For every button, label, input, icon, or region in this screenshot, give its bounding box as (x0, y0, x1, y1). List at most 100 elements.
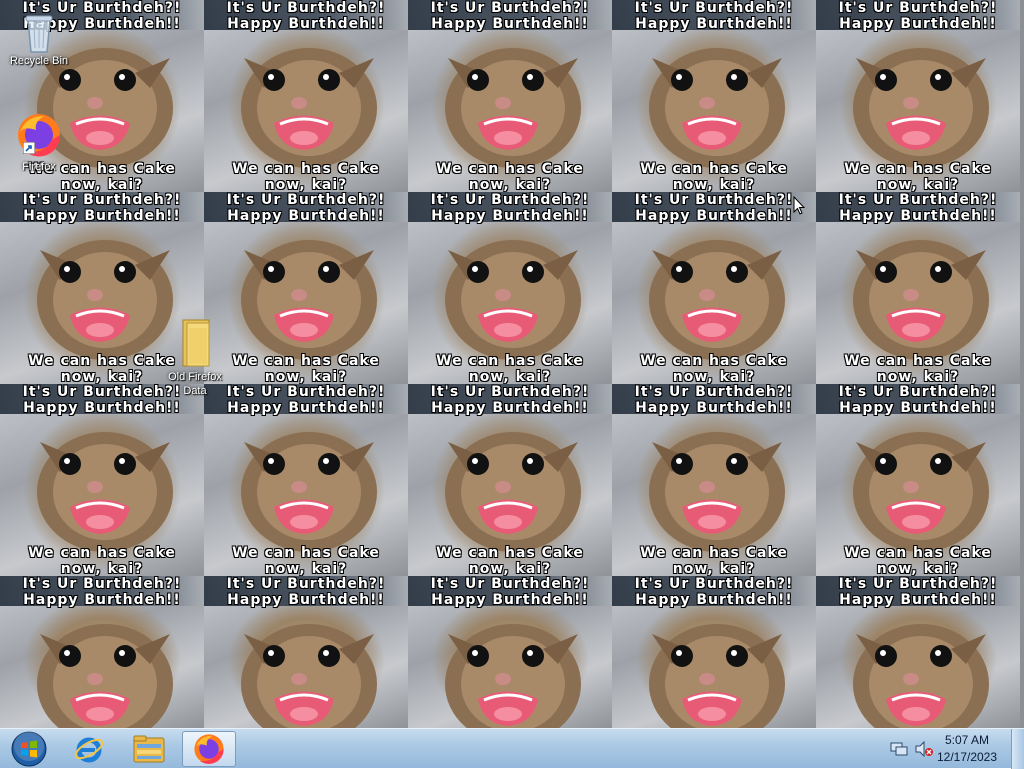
desktop-icon-label: Old Firefox Data (168, 371, 222, 397)
caption-top-line1: It's Ur Burthdeh?! (430, 384, 590, 400)
taskbar: 5:07 AM 12/17/2023 (0, 728, 1024, 769)
caption-top-line2: Happy Burthdeh!! (635, 208, 793, 224)
kitten-image (37, 432, 173, 552)
network-icon[interactable] (890, 741, 908, 757)
caption-top-line2: Happy Burthdeh!! (23, 592, 181, 608)
caption-top-line1: It's Ur Burthdeh?! (430, 192, 590, 208)
wallpaper-tile: It's Ur Burthdeh?! Happy Burthdeh!! We c… (204, 384, 408, 576)
caption-top-line2: Happy Burthdeh!! (431, 208, 589, 224)
caption-top-line1: It's Ur Burthdeh?! (430, 576, 590, 592)
caption-bottom-line1: We can has Cake (436, 353, 584, 369)
caption-bottom-line1: We can has Cake (436, 161, 584, 177)
wallpaper-tile: It's Ur Burthdeh?! Happy Burthdeh!! We c… (0, 576, 204, 728)
caption-bottom-line1: We can has Cake (232, 353, 380, 369)
desktop-icon-old-firefox-data[interactable]: Old Firefox Data (158, 318, 232, 398)
kitten-image (853, 432, 989, 552)
wallpaper-tile: It's Ur Burthdeh?! Happy Burthdeh!! We c… (0, 384, 204, 576)
caption-top-line2: Happy Burthdeh!! (839, 208, 997, 224)
caption-bottom-line1: We can has Cake (232, 545, 380, 561)
caption-top-line1: It's Ur Burthdeh?! (838, 576, 998, 592)
kitten-image (649, 48, 785, 168)
file-explorer-icon (133, 735, 165, 763)
caption-bottom-line1: We can has Cake (640, 161, 788, 177)
taskbar-firefox[interactable] (182, 731, 236, 767)
caption-bottom-line2: now, kai? (60, 177, 144, 192)
recycle-bin-icon (25, 15, 53, 53)
desktop-icon-label: Firefox (22, 161, 56, 173)
caption-top-line2: Happy Burthdeh!! (839, 16, 997, 32)
caption-bottom-line2: now, kai? (672, 177, 756, 192)
taskbar-internet-explorer[interactable] (62, 731, 116, 767)
caption-top-line2: Happy Burthdeh!! (839, 592, 997, 608)
caption-top-line2: Happy Burthdeh!! (431, 592, 589, 608)
caption-bottom-line2: now, kai? (672, 369, 756, 384)
wallpaper-tile: It's Ur Burthdeh?! Happy Burthdeh!! We c… (612, 192, 816, 384)
caption-bottom-line2: now, kai? (672, 561, 756, 576)
caption-top-line2: Happy Burthdeh!! (23, 208, 181, 224)
caption-top-line1: It's Ur Burthdeh?! (226, 576, 386, 592)
wallpaper-tile: It's Ur Burthdeh?! Happy Burthdeh!! We c… (408, 384, 612, 576)
wallpaper-tile: It's Ur Burthdeh?! Happy Burthdeh!! We c… (612, 576, 816, 728)
kitten-image (241, 432, 377, 552)
kitten-image (445, 48, 581, 168)
caption-bottom-line1: We can has Cake (844, 161, 992, 177)
desktop-icon-firefox[interactable]: Firefox (4, 112, 74, 174)
caption-top-line1: It's Ur Burthdeh?! (634, 192, 794, 208)
internet-explorer-icon (74, 737, 104, 763)
caption-top-line1: It's Ur Burthdeh?! (634, 0, 794, 16)
caption-top-line2: Happy Burthdeh!! (839, 400, 997, 416)
caption-top-line1: It's Ur Burthdeh?! (22, 576, 182, 592)
caption-top-line1: It's Ur Burthdeh?! (22, 192, 182, 208)
caption-top-line2: Happy Burthdeh!! (227, 208, 385, 224)
caption-bottom-line1: We can has Cake (436, 545, 584, 561)
caption-top-line1: It's Ur Burthdeh?! (838, 0, 998, 16)
caption-bottom-line1: We can has Cake (640, 353, 788, 369)
caption-bottom-line2: now, kai? (468, 177, 552, 192)
caption-bottom-line2: now, kai? (876, 369, 960, 384)
caption-bottom-line2: now, kai? (264, 369, 348, 384)
caption-bottom-line2: now, kai? (60, 561, 144, 576)
wallpaper-tile: It's Ur Burthdeh?! Happy Burthdeh!! We c… (204, 0, 408, 192)
desktop-icon-recycle-bin[interactable]: Recycle Bin (4, 10, 74, 68)
caption-top-line1: It's Ur Burthdeh?! (634, 576, 794, 592)
wallpaper-tile: It's Ur Burthdeh?! Happy Burthdeh!! We c… (612, 0, 816, 192)
kitten-image (241, 624, 377, 728)
caption-bottom-line2: now, kai? (468, 561, 552, 576)
wallpaper-tile: It's Ur Burthdeh?! Happy Burthdeh!! We c… (204, 192, 408, 384)
kitten-image (649, 240, 785, 360)
volume-muted-icon[interactable] (914, 741, 934, 757)
system-clock[interactable]: 5:07 AM 12/17/2023 (932, 732, 1002, 766)
caption-bottom-line1: We can has Cake (844, 545, 992, 561)
caption-bottom-line2: now, kai? (264, 561, 348, 576)
caption-top-line2: Happy Burthdeh!! (431, 16, 589, 32)
caption-top-line1: It's Ur Burthdeh?! (226, 192, 386, 208)
caption-top-line2: Happy Burthdeh!! (227, 400, 385, 416)
caption-bottom-line1: We can has Cake (844, 353, 992, 369)
taskbar-windows-explorer[interactable] (122, 731, 176, 767)
desktop-icon-label: Recycle Bin (9, 55, 69, 67)
kitten-image (445, 432, 581, 552)
clock-date: 12/17/2023 (936, 750, 998, 764)
start-button[interactable] (2, 731, 56, 767)
show-desktop-button[interactable] (1011, 729, 1024, 769)
caption-top-line2: Happy Burthdeh!! (635, 592, 793, 608)
caption-top-line1: It's Ur Burthdeh?! (226, 0, 386, 16)
caption-top-line2: Happy Burthdeh!! (635, 400, 793, 416)
desktop-wallpaper: It's Ur Burthdeh?! Happy Burthdeh!! We c… (0, 0, 1024, 728)
caption-bottom-line2: now, kai? (876, 561, 960, 576)
caption-top-line2: Happy Burthdeh!! (431, 400, 589, 416)
wallpaper-tile: It's Ur Burthdeh?! Happy Burthdeh!! We c… (204, 576, 408, 728)
kitten-image (649, 624, 785, 728)
caption-top-line1: It's Ur Burthdeh?! (838, 192, 998, 208)
kitten-image (649, 432, 785, 552)
caption-bottom-line2: now, kai? (876, 177, 960, 192)
kitten-image (853, 48, 989, 168)
caption-top-line1: It's Ur Burthdeh?! (634, 384, 794, 400)
clock-time: 5:07 AM (944, 733, 990, 747)
wallpaper-tile: It's Ur Burthdeh?! Happy Burthdeh!! We c… (612, 384, 816, 576)
wallpaper-tile: It's Ur Burthdeh?! Happy Burthdeh!! We c… (816, 576, 1020, 728)
wallpaper-tile: It's Ur Burthdeh?! Happy Burthdeh!! We c… (816, 192, 1020, 384)
windows-start-orb-icon (11, 731, 47, 767)
caption-top-line2: Happy Burthdeh!! (23, 400, 181, 416)
caption-top-line2: Happy Burthdeh!! (227, 16, 385, 32)
